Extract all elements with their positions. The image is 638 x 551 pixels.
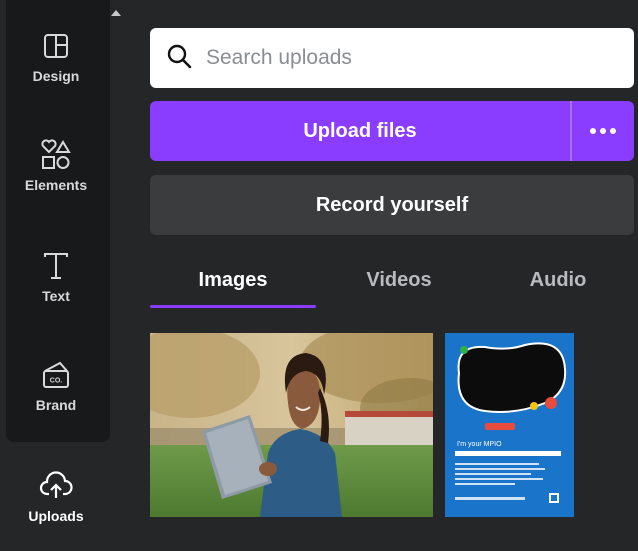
uploads-panel: Upload files Record yourself Images Vide… — [138, 0, 638, 551]
sidebar-item-label: Elements — [24, 177, 88, 193]
image-thumbnail-flyer[interactable]: I'm your MPIO — [445, 333, 574, 517]
upload-files-button[interactable]: Upload files — [150, 101, 570, 161]
sidebar-item-label: Brand — [35, 397, 77, 413]
brand-icon: CO. — [38, 357, 74, 393]
layout-icon — [38, 28, 74, 64]
sidebar-item-design[interactable]: Design — [0, 28, 112, 118]
cloud-upload-icon — [38, 468, 74, 504]
sidebar-item-label: Text — [42, 288, 70, 304]
sidebar-item-label: Uploads — [28, 508, 84, 524]
shapes-icon — [38, 137, 74, 173]
svg-text:CO.: CO. — [50, 378, 63, 385]
record-yourself-button[interactable]: Record yourself — [150, 175, 634, 235]
upload-button-group: Upload files — [150, 101, 634, 161]
sidebar-item-elements[interactable]: Elements — [0, 137, 112, 227]
image-thumbnail-photo[interactable] — [150, 333, 433, 517]
tab-videos[interactable]: Videos — [316, 250, 482, 310]
scroll-up-caret[interactable] — [111, 10, 121, 16]
sidebar-item-label: Design — [32, 68, 80, 84]
tab-images[interactable]: Images — [150, 250, 316, 310]
text-icon — [38, 248, 74, 284]
more-dots-icon — [590, 128, 596, 134]
sidebar-item-brand[interactable]: CO. Brand — [0, 357, 112, 447]
search-box[interactable] — [150, 28, 634, 88]
media-tabs: Images Videos Audio — [150, 250, 634, 310]
flyer-heading: I'm your MPIO — [457, 441, 502, 448]
search-icon — [166, 43, 192, 74]
active-tab-indicator — [150, 305, 316, 308]
sidebar-item-uploads[interactable]: Uploads — [0, 468, 112, 551]
sidebar-item-text[interactable]: Text — [0, 248, 112, 338]
more-options-button[interactable] — [572, 101, 634, 161]
search-input[interactable] — [206, 46, 606, 70]
tab-audio[interactable]: Audio — [482, 250, 634, 310]
sidebar: Design Elements Text CO. Brand Uploads — [0, 0, 121, 551]
